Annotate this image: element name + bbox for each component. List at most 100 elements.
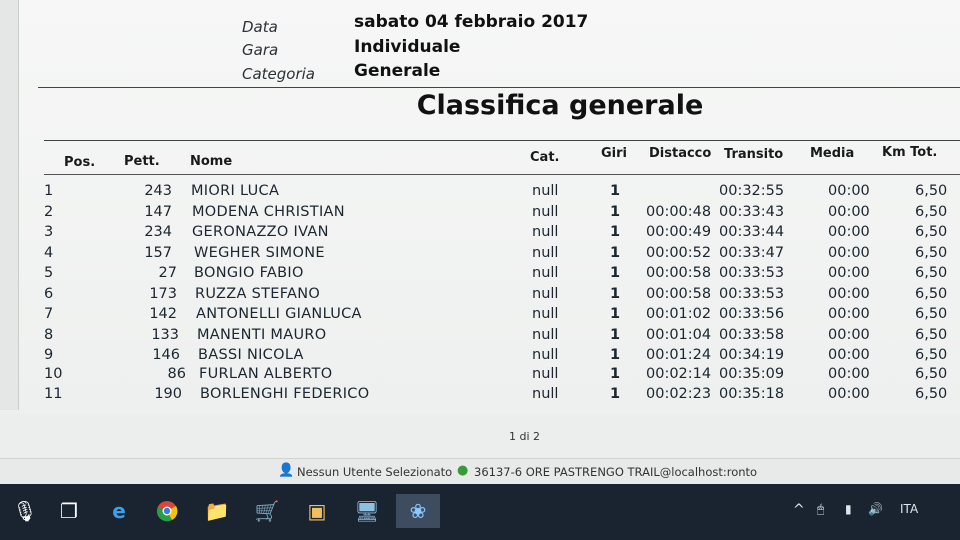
network-icon[interactable]: 🖱 bbox=[817, 502, 824, 517]
cell-giri: 1 bbox=[610, 245, 621, 261]
col-km: Km Tot. bbox=[882, 145, 938, 160]
table-row: 1 243 MIORI LUCA null 1 00:32:55 00:00 6,50 bbox=[0, 183, 960, 203]
cell-cat: null bbox=[532, 347, 559, 363]
cell-transito: 00:33:56 bbox=[719, 306, 785, 322]
cell-nome: ANTONELLI GIANLUCA bbox=[196, 306, 362, 322]
cell-giri: 1 bbox=[610, 327, 621, 343]
cell-distacco: 00:00:48 bbox=[646, 204, 712, 220]
timing-app-icon[interactable]: ❀ bbox=[396, 494, 440, 528]
col-transito: Transito bbox=[724, 147, 784, 162]
cell-transito: 00:34:19 bbox=[719, 347, 785, 363]
table-row: 5 27 BONGIO FABIO null 1 00:00:58 00:33:53 00:0… bbox=[0, 265, 960, 285]
cell-transito: 00:32:55 bbox=[719, 183, 785, 199]
cell-media: 00:00 bbox=[828, 245, 870, 261]
cell-pos: 4 bbox=[44, 245, 54, 261]
cell-giri: 1 bbox=[610, 366, 621, 382]
col-giri: Giri bbox=[601, 146, 627, 161]
table-row: 10 86 FURLAN ALBERTO null 1 00:02:14 00:35:09 0… bbox=[0, 366, 960, 386]
cell-giri: 1 bbox=[610, 204, 621, 220]
cell-giri: 1 bbox=[610, 347, 621, 363]
cell-distacco: 00:01:04 bbox=[646, 327, 712, 343]
cell-cat: null bbox=[532, 306, 559, 322]
cell-pett: 146 bbox=[152, 347, 180, 363]
cell-km: 6,50 bbox=[915, 366, 948, 382]
cell-media: 00:00 bbox=[828, 366, 870, 382]
status-connection: 36137-6 ORE PASTRENGO TRAIL@localhost:ro… bbox=[474, 465, 758, 479]
cell-media: 00:00 bbox=[828, 327, 870, 343]
chrome-icon[interactable] bbox=[150, 494, 184, 528]
table-row: 6 173 RUZZA STEFANO null 1 00:00:58 00:33:53 00… bbox=[0, 286, 960, 306]
cell-pos: 3 bbox=[44, 224, 54, 240]
task-view-icon[interactable]: ❐ bbox=[52, 494, 86, 528]
cell-km: 6,50 bbox=[915, 306, 948, 322]
folder-icon[interactable]: 📁 bbox=[200, 494, 234, 528]
title-rule-top bbox=[38, 87, 960, 88]
volume-icon[interactable]: 🔊 bbox=[868, 502, 883, 516]
cell-nome: WEGHER SIMONE bbox=[194, 245, 325, 261]
cell-pett: 133 bbox=[151, 327, 179, 343]
cell-km: 6,50 bbox=[915, 245, 948, 261]
monitor-icon[interactable]: 🖥 bbox=[350, 494, 384, 528]
cell-nome: FURLAN ALBERTO bbox=[199, 366, 333, 382]
col-nome: Nome bbox=[190, 154, 233, 169]
cell-media: 00:00 bbox=[828, 286, 870, 302]
cell-transito: 00:35:09 bbox=[719, 366, 785, 382]
cell-distacco: 00:01:24 bbox=[646, 347, 712, 363]
header-rule bbox=[44, 174, 960, 175]
cell-pos: 1 bbox=[44, 183, 54, 199]
col-cat: Cat. bbox=[530, 150, 560, 165]
cell-transito: 00:33:53 bbox=[719, 286, 785, 302]
cell-media: 00:00 bbox=[828, 183, 870, 199]
edge-browser-icon[interactable]: e bbox=[102, 494, 136, 528]
table-row: 2 147 MODENA CHRISTIAN null 1 00:00:48 00:33:4… bbox=[0, 204, 960, 224]
chevron-up-icon[interactable]: ^ bbox=[793, 502, 805, 518]
cell-cat: null bbox=[532, 286, 559, 302]
data-label: Data bbox=[242, 18, 278, 36]
language-indicator[interactable]: ITA bbox=[900, 502, 918, 516]
cell-distacco: 00:01:02 bbox=[646, 306, 712, 322]
cell-giri: 1 bbox=[610, 386, 621, 402]
user-icon: 👤 bbox=[278, 463, 295, 478]
cell-pos: 10 bbox=[44, 366, 63, 382]
page-indicator: 1 di 2 bbox=[509, 430, 541, 443]
cell-pett: 142 bbox=[149, 306, 177, 322]
cell-nome: GERONAZZO IVAN bbox=[192, 224, 329, 240]
cell-cat: null bbox=[532, 366, 559, 382]
cell-km: 6,50 bbox=[915, 204, 948, 220]
table-row: 8 133 MANENTI MAURO null 1 00:01:04 00:33:58 00… bbox=[0, 327, 960, 347]
cell-pos: 11 bbox=[44, 386, 63, 402]
cell-pett: 147 bbox=[144, 204, 172, 220]
cell-pett: 234 bbox=[144, 224, 172, 240]
cell-transito: 00:35:18 bbox=[719, 386, 785, 402]
cell-pett: 86 bbox=[167, 366, 186, 382]
cell-giri: 1 bbox=[610, 183, 621, 199]
cell-distacco: 00:00:52 bbox=[646, 245, 712, 261]
cell-media: 00:00 bbox=[828, 224, 870, 240]
col-media: Media bbox=[810, 146, 855, 161]
table-row: 11 190 BORLENGHI FEDERICO null 1 00:02:23 00:3… bbox=[0, 386, 960, 406]
cell-km: 6,50 bbox=[915, 183, 948, 199]
store-icon[interactable]: 🛒 bbox=[250, 494, 284, 528]
cell-distacco: 00:00:49 bbox=[646, 224, 712, 240]
table-row: 9 146 BASSI NICOLA null 1 00:01:24 00:34:19 00:… bbox=[0, 347, 960, 367]
gara-value: Individuale bbox=[354, 37, 461, 57]
cell-distacco: 00:00:58 bbox=[646, 286, 712, 302]
app-icon[interactable]: ▣ bbox=[300, 494, 334, 528]
battery-icon[interactable]: ▮ bbox=[845, 502, 852, 516]
status-user: Nessun Utente Selezionato bbox=[297, 465, 453, 479]
cell-nome: BASSI NICOLA bbox=[198, 347, 304, 363]
cell-km: 6,50 bbox=[915, 327, 948, 343]
cell-transito: 00:33:44 bbox=[719, 224, 785, 240]
cell-pos: 6 bbox=[44, 286, 54, 302]
cell-cat: null bbox=[532, 386, 559, 402]
col-pos: Pos. bbox=[64, 155, 96, 170]
cell-nome: MODENA CHRISTIAN bbox=[192, 204, 345, 220]
cell-giri: 1 bbox=[610, 286, 621, 302]
microphone-icon[interactable]: 🎙 bbox=[8, 494, 42, 528]
cell-pos: 2 bbox=[44, 204, 54, 220]
table-row: 4 157 WEGHER SIMONE null 1 00:00:52 00:33:47 00… bbox=[0, 245, 960, 265]
cell-nome: RUZZA STEFANO bbox=[195, 286, 321, 302]
cell-transito: 00:33:58 bbox=[719, 327, 785, 343]
cell-km: 6,50 bbox=[915, 224, 948, 240]
col-pett: Pett. bbox=[124, 154, 160, 169]
